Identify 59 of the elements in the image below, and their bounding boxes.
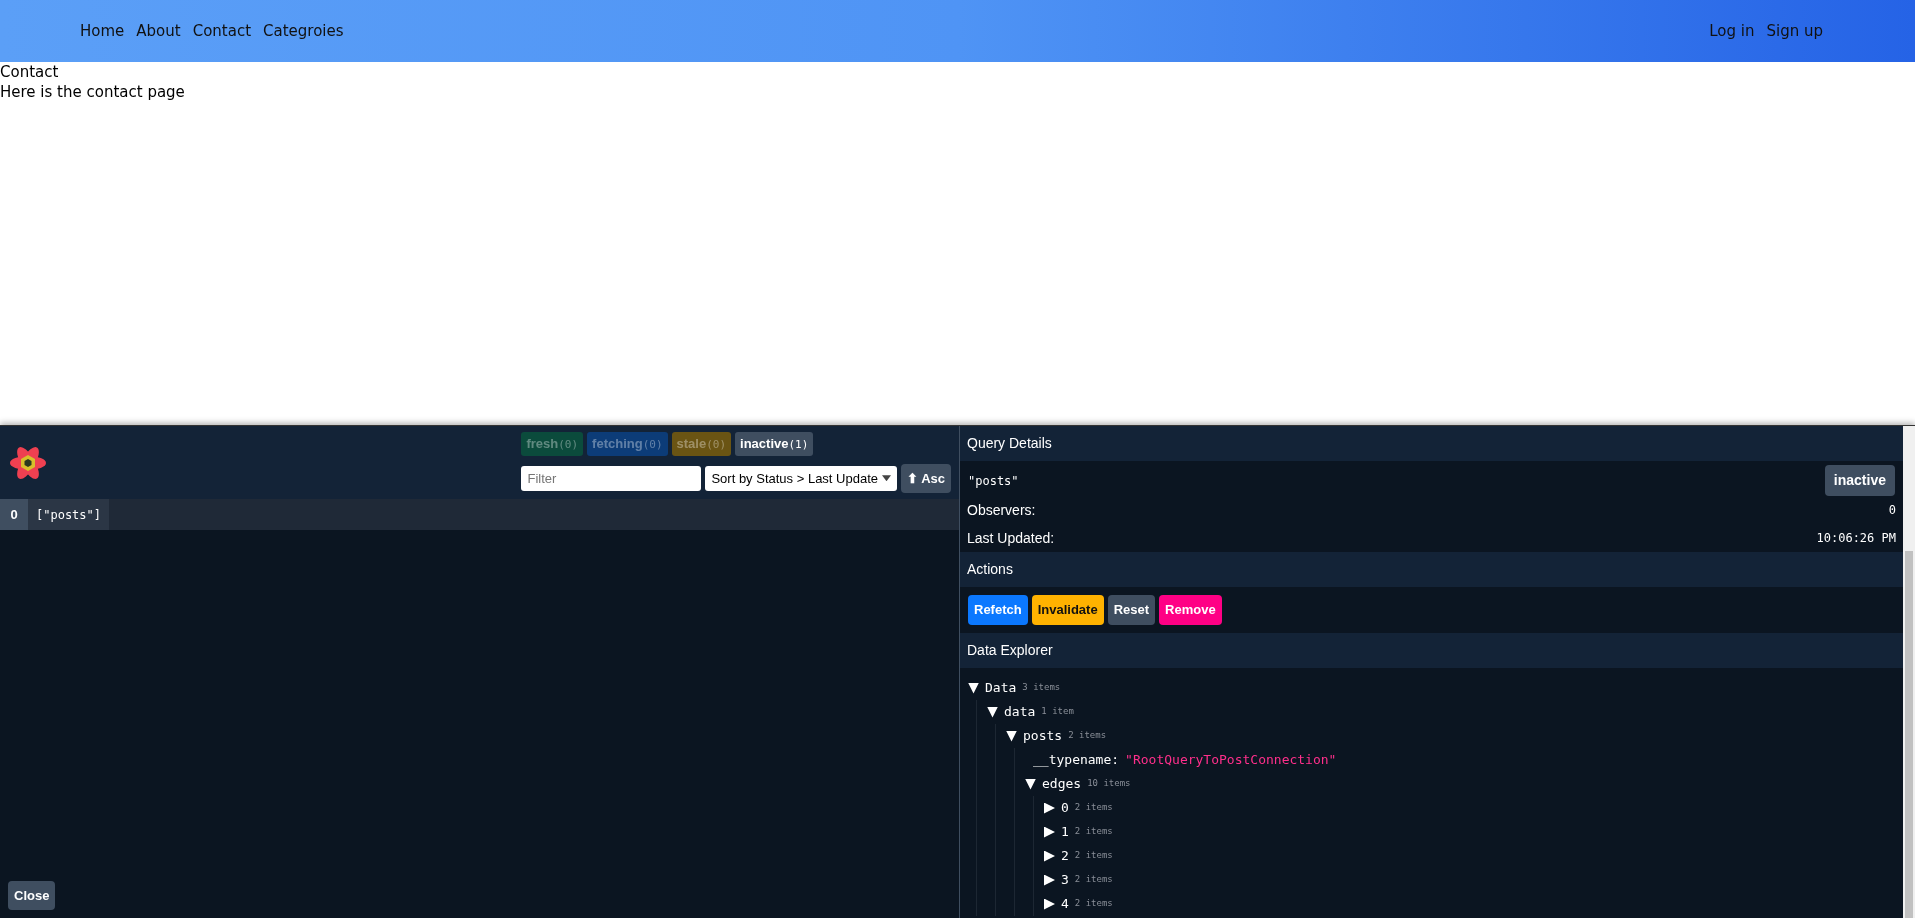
filter-field[interactable]: Filter [521,465,702,491]
section-header: Query Details [960,426,1903,461]
action-button[interactable]: Invalidate [1031,595,1104,625]
nav-link[interactable]: Home [80,19,125,43]
status-filter-tag[interactable]: inactive(1) [735,432,814,456]
nav-link[interactable]: Categroies [263,19,344,43]
scrollbar[interactable] [1903,426,1915,918]
caret-right-icon[interactable] [1044,874,1055,886]
action-button[interactable]: Refetch [968,595,1028,625]
tree-label[interactable]: Data [985,678,1017,698]
tree-value: "RootQueryToPostConnection" [1125,751,1337,770]
item-count: 3 items [1022,681,1061,695]
section-header: Data Explorer [960,633,1903,668]
tree-label[interactable]: 2 [1061,846,1069,866]
sort-dropdown[interactable]: Sort by Status > Last Update [705,465,897,491]
item-count: 2 items [1074,897,1113,911]
nav-link[interactable]: Sign up [1766,19,1823,43]
item-count: 1 item [1041,705,1074,719]
nav-link[interactable]: About [136,19,181,43]
query-key: "posts" [968,471,1019,490]
nav-link[interactable]: Log in [1709,19,1755,43]
item-count: 2 items [1074,873,1113,887]
observer-count: 0 [0,499,28,530]
tree-label[interactable]: data [1004,702,1036,722]
tree-label[interactable]: 0 [1061,798,1069,818]
item-count: 2 items [1074,801,1113,815]
close-button[interactable]: Close [8,880,56,910]
action-button[interactable]: Remove [1159,595,1222,625]
item-count: 10 items [1087,777,1131,791]
action-button[interactable]: Reset [1107,595,1156,625]
nav-link[interactable]: Contact [192,19,251,43]
caret-icon [882,475,891,482]
section-header: Actions [960,552,1903,587]
detail-label: Observers: [967,500,1036,520]
sort-order-button[interactable]: ⬆ Asc [901,463,951,493]
caret-right-icon[interactable] [1044,802,1055,814]
status-badge: inactive [1824,465,1895,496]
tree-key: __typename: [1033,750,1120,770]
item-count: 2 items [1068,729,1107,743]
detail-value: 10:06:26 PM [1816,530,1896,547]
caret-right-icon[interactable] [1044,826,1055,838]
item-count: 2 items [1074,825,1113,839]
item-count: 2 items [1074,849,1113,863]
page-heading: Contact [0,62,60,83]
tree-label[interactable]: 4 [1061,894,1069,914]
tree-label[interactable]: edges [1042,774,1082,794]
caret-right-icon[interactable] [1044,898,1055,910]
tree-label[interactable]: 3 [1061,870,1069,890]
caret-down-icon[interactable] [987,706,998,718]
caret-down-icon[interactable] [1006,730,1017,742]
page-text: Here is the contact page [0,82,186,103]
tree-label[interactable]: 1 [1061,822,1069,842]
caret-down-icon[interactable] [968,682,979,694]
caret-down-icon[interactable] [1025,778,1036,790]
caret-right-icon[interactable] [1044,850,1055,862]
tree-label[interactable]: posts [1023,726,1063,746]
query-key: ["posts"] [28,499,110,530]
detail-value: 0 [1888,502,1896,519]
detail-label: Last Updated: [967,528,1055,548]
